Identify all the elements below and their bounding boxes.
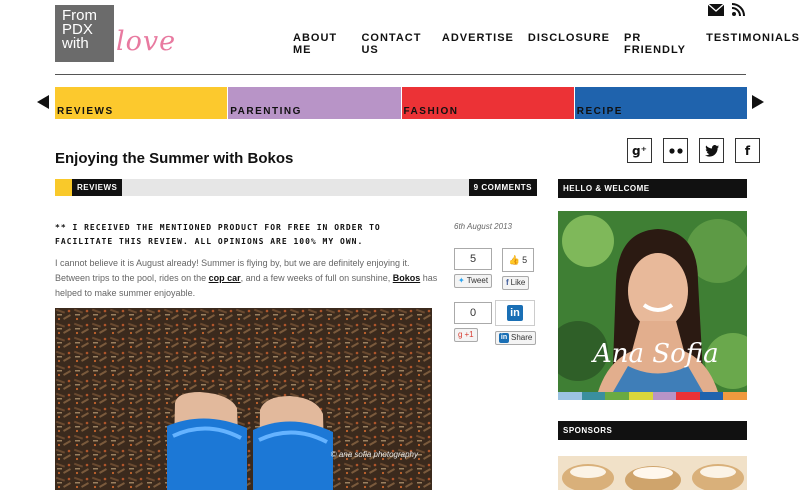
linkedin-widget: in in Share	[495, 300, 537, 345]
sidebar-welcome-header: HELLO & WELCOME	[558, 179, 747, 198]
post-title[interactable]: Enjoying the Summer with Bokos	[55, 150, 293, 167]
tweet-widget: 5 ✦ Tweet	[454, 248, 493, 288]
twitter-icon[interactable]	[699, 138, 724, 163]
rss-icon[interactable]	[731, 3, 746, 17]
nav-disclosure[interactable]: DISCLOSURE	[528, 32, 610, 56]
twitter-icon: ✦	[458, 276, 465, 285]
category-recipe[interactable]: RECIPE	[574, 87, 747, 119]
category-fashion[interactable]: FASHION	[401, 87, 574, 119]
facebook-icon[interactable]: f	[735, 138, 760, 163]
linkedin-logo-box: in	[495, 300, 535, 326]
linkedin-icon: in	[507, 305, 523, 321]
gplus-button[interactable]: g +1	[454, 328, 478, 342]
tweet-count: 5	[454, 248, 492, 270]
sponsor-image[interactable]	[558, 456, 747, 490]
linkedin-small-icon: in	[499, 333, 509, 343]
color-stripes	[558, 392, 747, 400]
like-widget: 👍 5 f Like	[502, 248, 534, 290]
category-color-marker	[55, 179, 72, 196]
linkedin-share-button[interactable]: in Share	[495, 331, 537, 345]
post-body: I cannot believe it is August already! S…	[55, 258, 438, 298]
nav-about-me[interactable]: ABOUT ME	[293, 32, 347, 56]
like-button[interactable]: f Like	[502, 276, 530, 290]
profile-photo[interactable]: Ana Sofia	[558, 211, 747, 392]
category-parenting[interactable]: PARENTING	[228, 87, 401, 119]
google-plus-icon[interactable]: g⁺	[627, 138, 652, 163]
arrow-left-icon[interactable]	[37, 95, 49, 109]
header-divider	[55, 74, 746, 75]
gplus-widget: 0 g +1	[454, 302, 492, 342]
nav-pr-friendly[interactable]: PR FRIENDLY	[624, 32, 692, 56]
post-date: 6th August 2013	[454, 222, 512, 231]
bokos-link[interactable]: Bokos	[393, 273, 421, 283]
facebook-icon: f	[506, 278, 509, 287]
nav-advertise[interactable]: ADVERTISE	[442, 32, 514, 56]
category-reviews[interactable]: REVIEWS	[55, 87, 228, 119]
post-category-tag[interactable]: REVIEWS	[72, 179, 123, 196]
category-bar: REVIEWS PARENTING FASHION RECIPE	[55, 87, 747, 119]
nav-testimonials[interactable]: TESTIMONIALS	[706, 32, 800, 56]
nav-contact-us[interactable]: CONTACT US	[361, 32, 427, 56]
flickr-icon[interactable]	[663, 138, 688, 163]
comments-count-link[interactable]: 9 COMMENTS	[468, 179, 537, 196]
profile-name: Ana Sofia	[593, 339, 719, 369]
gplus-count: 0	[454, 302, 492, 324]
post-disclaimer: ** I RECEIVED THE MENTIONED PRODUCT FOR …	[55, 223, 381, 246]
tweet-button[interactable]: ✦ Tweet	[454, 274, 493, 288]
cop-car-link[interactable]: cop car	[209, 273, 241, 283]
google-plus-icon: g	[458, 330, 463, 339]
like-count-box: 👍 5	[502, 248, 534, 272]
logo-line-3: with	[62, 35, 89, 52]
photo-caption: © ana sofia photography	[330, 450, 418, 459]
thumbs-up-icon: 👍	[508, 254, 521, 265]
sidebar-sponsors-header: SPONSORS	[558, 421, 747, 440]
post-meta-bar: REVIEWS 9 COMMENTS	[55, 179, 537, 196]
logo-script[interactable]: love	[116, 26, 176, 57]
post-photo[interactable]: © ana sofia photography	[55, 308, 432, 490]
social-icons: g⁺ f	[627, 138, 760, 163]
mail-icon[interactable]	[707, 3, 725, 17]
top-nav: ABOUT ME CONTACT US ADVERTISE DISCLOSURE…	[293, 32, 800, 56]
logo-box[interactable]: From PDX with	[55, 5, 114, 62]
header-icons	[707, 3, 746, 17]
arrow-right-icon[interactable]	[752, 95, 764, 109]
